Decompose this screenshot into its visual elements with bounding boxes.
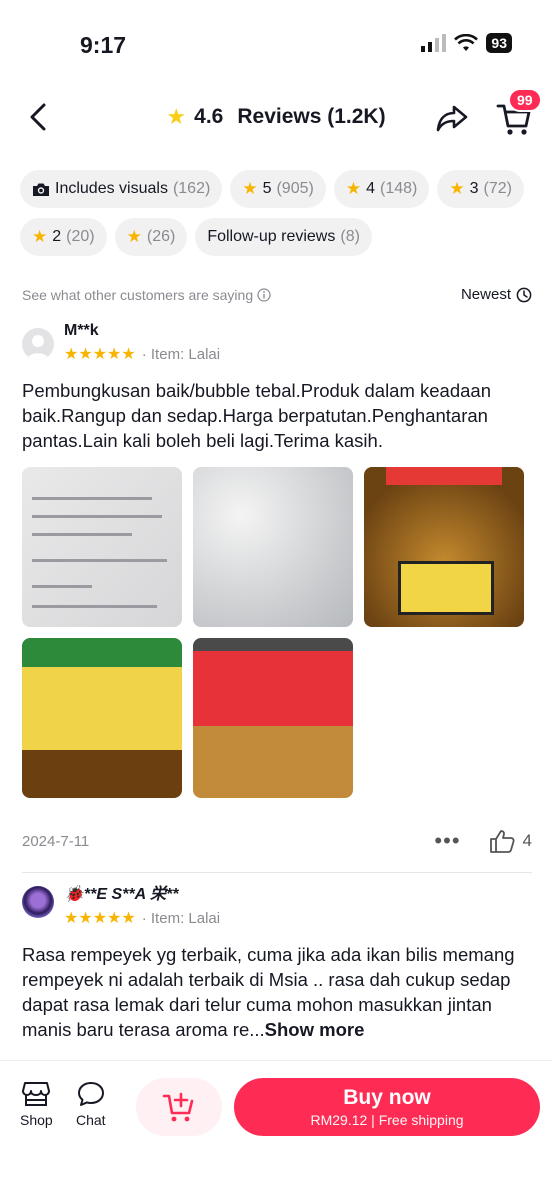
more-options-icon[interactable]: ••• — [434, 828, 460, 854]
default-avatar-icon — [27, 335, 49, 360]
chip-label: 3 — [469, 180, 479, 197]
shop-button[interactable]: Shop — [20, 1081, 53, 1128]
shop-icon — [22, 1082, 51, 1106]
reviews-title: Reviews (1.2K) — [237, 105, 386, 128]
status-bar: 9:17 93 — [0, 0, 552, 80]
review-photo[interactable] — [364, 467, 524, 627]
wifi-icon — [454, 34, 479, 51]
cart-count-badge: 99 — [508, 88, 542, 112]
like-button[interactable]: 4 — [489, 829, 532, 853]
avatar[interactable] — [22, 328, 54, 360]
chip-count: (8) — [340, 228, 360, 245]
chip-label: 5 — [262, 180, 272, 197]
chip-count: (905) — [276, 180, 314, 197]
item-variant-text: Item: Lalai — [150, 909, 221, 927]
review-text: Rasa rempeyek yg terbaik, cuma jika ada … — [22, 942, 532, 1042]
star-icon: ★ — [126, 227, 142, 246]
review-photo[interactable] — [22, 467, 182, 627]
chip-1-star[interactable]: ★ (26) — [114, 218, 188, 256]
signal-icon — [421, 34, 447, 52]
bottom-action-bar: Shop Chat Buy now RM29.12 | Free shippin… — [0, 1060, 552, 1200]
chip-count: (20) — [66, 228, 95, 245]
chip-count: (72) — [483, 180, 512, 197]
review-list-header: See what other customers are saying Newe… — [22, 286, 532, 303]
rating-star-icon: ★ — [166, 104, 187, 129]
rating-filter-chips: Includes visuals (162) ★ 5 (905) ★ 4 (14… — [20, 170, 540, 256]
header: ★ 4.6 Reviews (1.2K) 99 — [0, 88, 552, 144]
add-to-cart-button[interactable] — [136, 1078, 222, 1136]
star-icon: ★ — [449, 179, 465, 198]
buy-now-label: Buy now — [343, 1086, 431, 1109]
review-photo[interactable] — [22, 638, 182, 798]
chat-label: Chat — [76, 1112, 106, 1128]
chip-3-stars[interactable]: ★ 3 (72) — [437, 170, 524, 208]
add-to-cart-icon — [162, 1092, 194, 1122]
review-date: 2024-7-11 — [22, 832, 90, 850]
star-icon: ★ — [32, 227, 48, 246]
average-rating: 4.6 — [194, 105, 224, 128]
review-photo[interactable] — [193, 638, 353, 798]
chip-5-stars[interactable]: ★ 5 (905) — [230, 170, 326, 208]
review-meta: 2024-7-11 ••• 4 — [22, 828, 532, 854]
review-photo[interactable] — [193, 467, 353, 627]
sort-label: Newest — [460, 286, 511, 303]
reviewer-name[interactable]: M**k — [64, 322, 220, 340]
reviewer-name[interactable]: 🐞**E S**A 栄** — [64, 880, 220, 904]
info-icon[interactable] — [257, 287, 271, 302]
share-icon[interactable] — [434, 100, 470, 136]
chip-count: (162) — [172, 180, 211, 197]
chip-4-stars[interactable]: ★ 4 (148) — [333, 170, 430, 208]
clock-icon — [516, 287, 532, 302]
show-more-link[interactable]: Show more — [265, 1019, 365, 1040]
reviewer-info: 🐞**E S**A 栄** ★★★★★ · Item: Lalai — [22, 880, 532, 928]
chat-icon — [77, 1082, 104, 1106]
chip-includes-visuals[interactable]: Includes visuals (162) — [20, 170, 223, 208]
star-icon: ★ — [242, 179, 258, 198]
chip-follow-up-reviews[interactable]: Follow-up reviews (8) — [195, 218, 372, 256]
chat-button[interactable]: Chat — [76, 1081, 106, 1128]
chip-label: Includes visuals — [55, 180, 168, 197]
rating-row: ★★★★★ · Item: Lalai — [64, 908, 220, 928]
star-icon: ★ — [345, 179, 362, 198]
camera-icon — [33, 183, 49, 196]
chip-2-stars[interactable]: ★ 2 (20) — [20, 218, 107, 256]
shop-label: Shop — [20, 1112, 53, 1128]
status-time: 9:17 — [80, 32, 127, 58]
rating-row: ★★★★★ · Item: Lalai — [64, 344, 220, 364]
chip-label: 4 — [366, 180, 375, 197]
chip-label: Follow-up reviews — [207, 228, 336, 245]
reviewer-info: M**k ★★★★★ · Item: Lalai — [22, 322, 532, 364]
item-variant: · Item: Lalai — [141, 345, 221, 363]
like-count: 4 — [522, 831, 532, 850]
rating-stars: ★★★★★ — [64, 910, 136, 927]
chip-label: 2 — [52, 228, 62, 245]
chip-count: (26) — [146, 228, 176, 245]
buy-now-button[interactable]: Buy now RM29.12 | Free shipping — [234, 1078, 540, 1136]
review-card: 🐞**E S**A 栄** ★★★★★ · Item: Lalai Rasa r… — [22, 880, 532, 1042]
review-actions: ••• 4 — [434, 828, 532, 854]
review-photos — [22, 467, 532, 798]
price-shipping-label: RM29.12 | Free shipping — [310, 1112, 464, 1128]
status-icons: 93 — [420, 33, 512, 53]
item-variant-text: Item: Lalai — [150, 345, 221, 363]
battery-indicator: 93 — [486, 33, 512, 53]
thumbs-up-icon — [489, 830, 515, 853]
caption-text: See what other customers are saying — [22, 286, 254, 303]
sort-newest-button[interactable]: Newest — [461, 286, 532, 303]
caption: See what other customers are saying — [22, 287, 271, 303]
item-variant: · Item: Lalai — [141, 909, 221, 927]
review-card: M**k ★★★★★ · Item: Lalai Pembungkusan ba… — [22, 322, 532, 873]
rating-stars: ★★★★★ — [64, 346, 136, 363]
review-text: Pembungkusan baik/bubble tebal.Produk da… — [22, 380, 491, 451]
chip-count: (148) — [379, 180, 418, 197]
divider — [22, 872, 532, 873]
avatar[interactable] — [22, 886, 54, 918]
